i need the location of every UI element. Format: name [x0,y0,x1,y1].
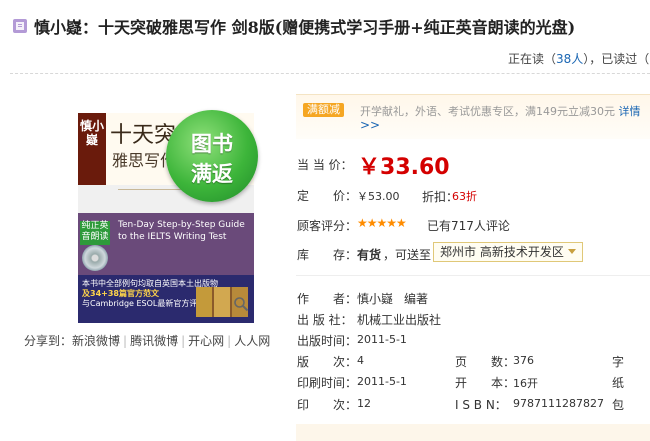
pubdate-label: 出版时间： [297,334,358,348]
dangdang-price: ￥33.60 [358,149,450,181]
edition-label: 版 次： [297,355,358,369]
cover-english-title: Ten-Day Step-by-Step Guide to the IELTS … [118,219,245,243]
publisher-label: 出 版 社： [297,313,353,327]
stock-label: 库 存： [297,248,358,262]
stock-value: 有货 [357,248,382,262]
full-return-badge: 图书 满返 [166,110,258,202]
share-label: 分享到： [24,334,73,348]
book-icon [13,19,27,33]
cover-author: 慎小嶷 [78,113,106,185]
dangdang-price-value: 33.60 [380,155,450,180]
reading-count-link[interactable]: 38人 [556,52,583,66]
list-price-value: ￥53.00 [357,190,400,203]
share-kaixin[interactable]: 开心网 [188,334,224,348]
author-link[interactable]: 慎小嶷 [357,290,393,307]
promo-details-link[interactable]: 详情 [619,105,641,118]
header-divider [10,73,650,74]
cd-icon [82,245,108,271]
reading-prefix: 正在读（ [508,52,557,66]
reading-status: 正在读（38人），已读过（820 [508,50,650,67]
impression-label: 印 次： [297,398,358,412]
badge-line2: 满返 [191,162,233,186]
share-tencent[interactable]: 腾讯微博 [130,334,178,348]
print-date-label: 印刷时间： [297,376,358,390]
delivery-address: 郑州市 高新技术开发区 [440,245,564,259]
pages-label: 页 数： [455,355,516,369]
section-divider [296,275,650,276]
impression-value: 12 [357,397,371,410]
share-sina[interactable]: 新浪微博 [72,334,120,348]
product-title: 慎小嶷：十天突破雅思写作 剑8版(赠便携式学习手册+纯正英音朗读的光盘) [34,18,576,37]
currency-symbol: ￥ [358,155,381,180]
delivery-address-select[interactable]: 郑州市 高新技术开发区 [433,242,583,262]
format-label: 开 本： [455,376,516,390]
share-bar: 分享到：新浪微博 | 腾讯微博 | 开心网 | 人人网 [24,334,271,348]
cover-english-line1: Ten-Day Step-by-Step Guide [118,220,245,230]
rating-stars: ★★★★★ [357,216,407,230]
author-role: 编著 [404,292,429,306]
isbn-label: I S B N： [455,398,507,412]
publisher-link[interactable]: 机械工业出版社 [357,311,441,328]
author-label: 作 者： [297,292,358,306]
dangdang-price-label: 当 当 价： [297,158,353,172]
package-label: 包 [612,398,625,412]
promo-more-chevron[interactable]: >> [360,118,380,132]
cover-audio-badge: 纯正英音朗读 [80,221,110,245]
format-value: 16开 [513,377,538,390]
badge-line1: 图书 [191,132,233,156]
pubdate-value: 2011-5-1 [357,333,407,346]
list-price-label: 定 价： [297,189,358,203]
promo-text: 开学献礼，外语、考试优惠专区，满149元立减30元 详情 [360,103,641,119]
chevron-down-icon [568,249,576,254]
cover-english-line2: to the IELTS Writing Test [118,232,227,242]
zoom-icon[interactable] [233,296,249,312]
ship-to-text: ，可送至 [383,248,432,262]
share-renren[interactable]: 人人网 [234,334,270,348]
paper-label: 纸 [612,376,625,390]
reading-mid: ），已读过（ [583,52,650,66]
print-date-value: 2011-5-1 [357,375,407,388]
rating-label: 顾客评分： [297,219,358,233]
bottom-strip [296,424,650,441]
promo-tag: 满额减 [303,103,344,117]
edition-value: 4 [357,354,364,367]
reviews-link[interactable]: 已有717人评论 [427,217,510,234]
pages-value: 376 [513,354,534,367]
promo-description: 开学献礼，外语、考试优惠专区，满149元立减30元 [360,105,615,118]
discount-value: 63折 [452,190,477,203]
isbn-value: 9787111287827 [513,397,604,410]
words-label: 字 [612,355,625,369]
